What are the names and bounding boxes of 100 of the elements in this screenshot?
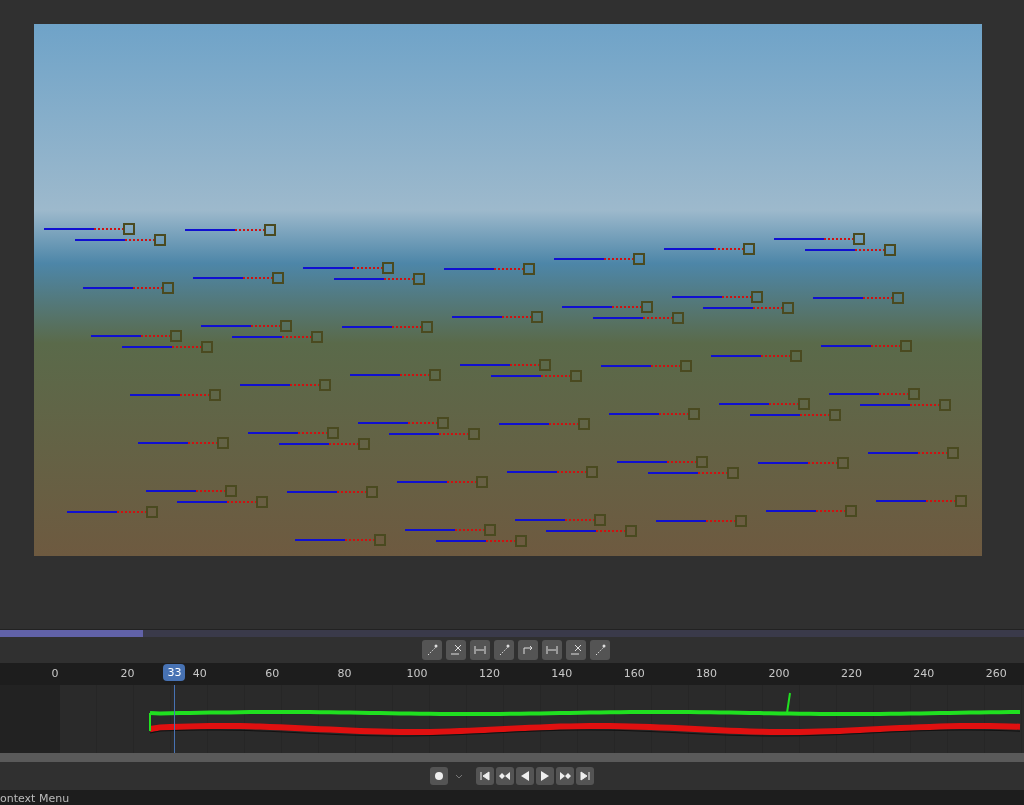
track-path-icon: [425, 643, 439, 658]
tracking-marker[interactable]: [192, 272, 284, 284]
tracking-marker[interactable]: [749, 409, 841, 421]
tracking-marker[interactable]: [702, 302, 794, 314]
tracking-marker[interactable]: [286, 486, 378, 498]
tracking-marker[interactable]: [757, 457, 849, 469]
tracking-marker[interactable]: [200, 320, 292, 332]
tracking-marker[interactable]: [875, 495, 967, 507]
track-path-icon: [497, 643, 511, 658]
frame-number: 220: [840, 667, 862, 681]
tracking-marker[interactable]: [710, 350, 802, 362]
tracking-marker[interactable]: [451, 311, 543, 323]
tracking-marker[interactable]: [718, 398, 810, 410]
scrollbar[interactable]: [0, 753, 1024, 762]
tracking-marker[interactable]: [655, 515, 747, 527]
tracking-marker[interactable]: [341, 321, 433, 333]
tracking-marker[interactable]: [145, 485, 237, 497]
tracking-marker[interactable]: [812, 292, 904, 304]
jump-end-button[interactable]: [576, 767, 594, 785]
tool-button[interactable]: [494, 640, 514, 661]
track-path-icon: [593, 643, 607, 658]
tracking-marker[interactable]: [121, 341, 213, 353]
frame-number: 200: [768, 667, 790, 681]
tracking-marker[interactable]: [506, 466, 598, 478]
tracking-marker[interactable]: [765, 505, 857, 517]
current-frame-indicator[interactable]: 33: [163, 664, 186, 682]
tracking-marker[interactable]: [820, 340, 912, 352]
frame-number: 80: [337, 667, 352, 681]
tool-button[interactable]: [422, 640, 442, 661]
tracking-marker[interactable]: [600, 360, 692, 372]
tracking-marker[interactable]: [490, 370, 582, 382]
tracking-marker[interactable]: [435, 535, 527, 547]
tracking-marker[interactable]: [647, 467, 739, 479]
tracking-marker[interactable]: [498, 418, 590, 430]
tracking-marker[interactable]: [671, 291, 763, 303]
tracking-marker[interactable]: [561, 301, 653, 313]
tracking-marker[interactable]: [137, 437, 229, 449]
play-button[interactable]: [536, 767, 554, 785]
tracking-marker[interactable]: [129, 389, 221, 401]
tracking-marker[interactable]: [616, 456, 708, 468]
tracking-marker[interactable]: [278, 438, 370, 450]
tracking-marker[interactable]: [592, 312, 684, 324]
playhead-line: [174, 685, 176, 754]
tracking-marker[interactable]: [867, 447, 959, 459]
frame-number: 160: [623, 667, 645, 681]
prev-key-button[interactable]: [496, 767, 514, 785]
tracking-marker[interactable]: [247, 427, 339, 439]
tracking-marker[interactable]: [82, 282, 174, 294]
frame-number: 260: [985, 667, 1007, 681]
tracking-marker[interactable]: [74, 234, 166, 246]
frame-number: 100: [406, 667, 428, 681]
record-button[interactable]: [430, 767, 448, 785]
frame-number: 120: [478, 667, 500, 681]
play-icon: [539, 770, 551, 782]
tracking-marker[interactable]: [231, 331, 323, 343]
tracking-marker[interactable]: [773, 233, 865, 245]
tracking-marker[interactable]: [294, 534, 386, 546]
tracking-marker[interactable]: [349, 369, 441, 381]
tracking-marker[interactable]: [388, 428, 480, 440]
tool-button[interactable]: [518, 640, 538, 661]
frame-number: 140: [551, 667, 573, 681]
tool-button[interactable]: [470, 640, 490, 661]
frame-number: 60: [265, 667, 280, 681]
tracking-marker[interactable]: [333, 273, 425, 285]
tracking-marker[interactable]: [176, 496, 268, 508]
tool-button[interactable]: [590, 640, 610, 661]
play-back-button[interactable]: [516, 767, 534, 785]
tracking-marker[interactable]: [443, 263, 535, 275]
tracking-marker[interactable]: [553, 253, 645, 265]
clear-track-icon: [449, 643, 463, 658]
next-key-button[interactable]: [556, 767, 574, 785]
tracking-marker[interactable]: [459, 359, 551, 371]
tracking-marker[interactable]: [804, 244, 896, 256]
tracking-marker[interactable]: [396, 476, 488, 488]
tracking-marker[interactable]: [43, 223, 135, 235]
tracking-marker[interactable]: [302, 262, 394, 274]
tool-button[interactable]: [542, 640, 562, 661]
tool-button[interactable]: [566, 640, 586, 661]
frame-number: 180: [696, 667, 718, 681]
tracking-marker[interactable]: [184, 224, 276, 236]
frame-number: 40: [192, 667, 207, 681]
frame-number: 20: [120, 667, 135, 681]
tracking-marker[interactable]: [66, 506, 158, 518]
frame-number: 0: [51, 667, 59, 681]
record-icon: [433, 770, 445, 782]
tracking-marker[interactable]: [90, 330, 182, 342]
tool-button[interactable]: [446, 640, 466, 661]
tracking-marker[interactable]: [357, 417, 449, 429]
jump-end-icon: [579, 770, 591, 782]
tracking-marker[interactable]: [828, 388, 920, 400]
tracking-marker[interactable]: [608, 408, 700, 420]
jump-start-button[interactable]: [476, 767, 494, 785]
jump-start-icon: [479, 770, 491, 782]
tracking-marker[interactable]: [663, 243, 755, 255]
tracking-marker[interactable]: [859, 399, 951, 411]
tracking-marker[interactable]: [239, 379, 331, 391]
tracking-marker[interactable]: [545, 525, 637, 537]
next-key-icon: [559, 770, 571, 782]
tracking-marker[interactable]: [514, 514, 606, 526]
tracking-marker[interactable]: [404, 524, 496, 536]
